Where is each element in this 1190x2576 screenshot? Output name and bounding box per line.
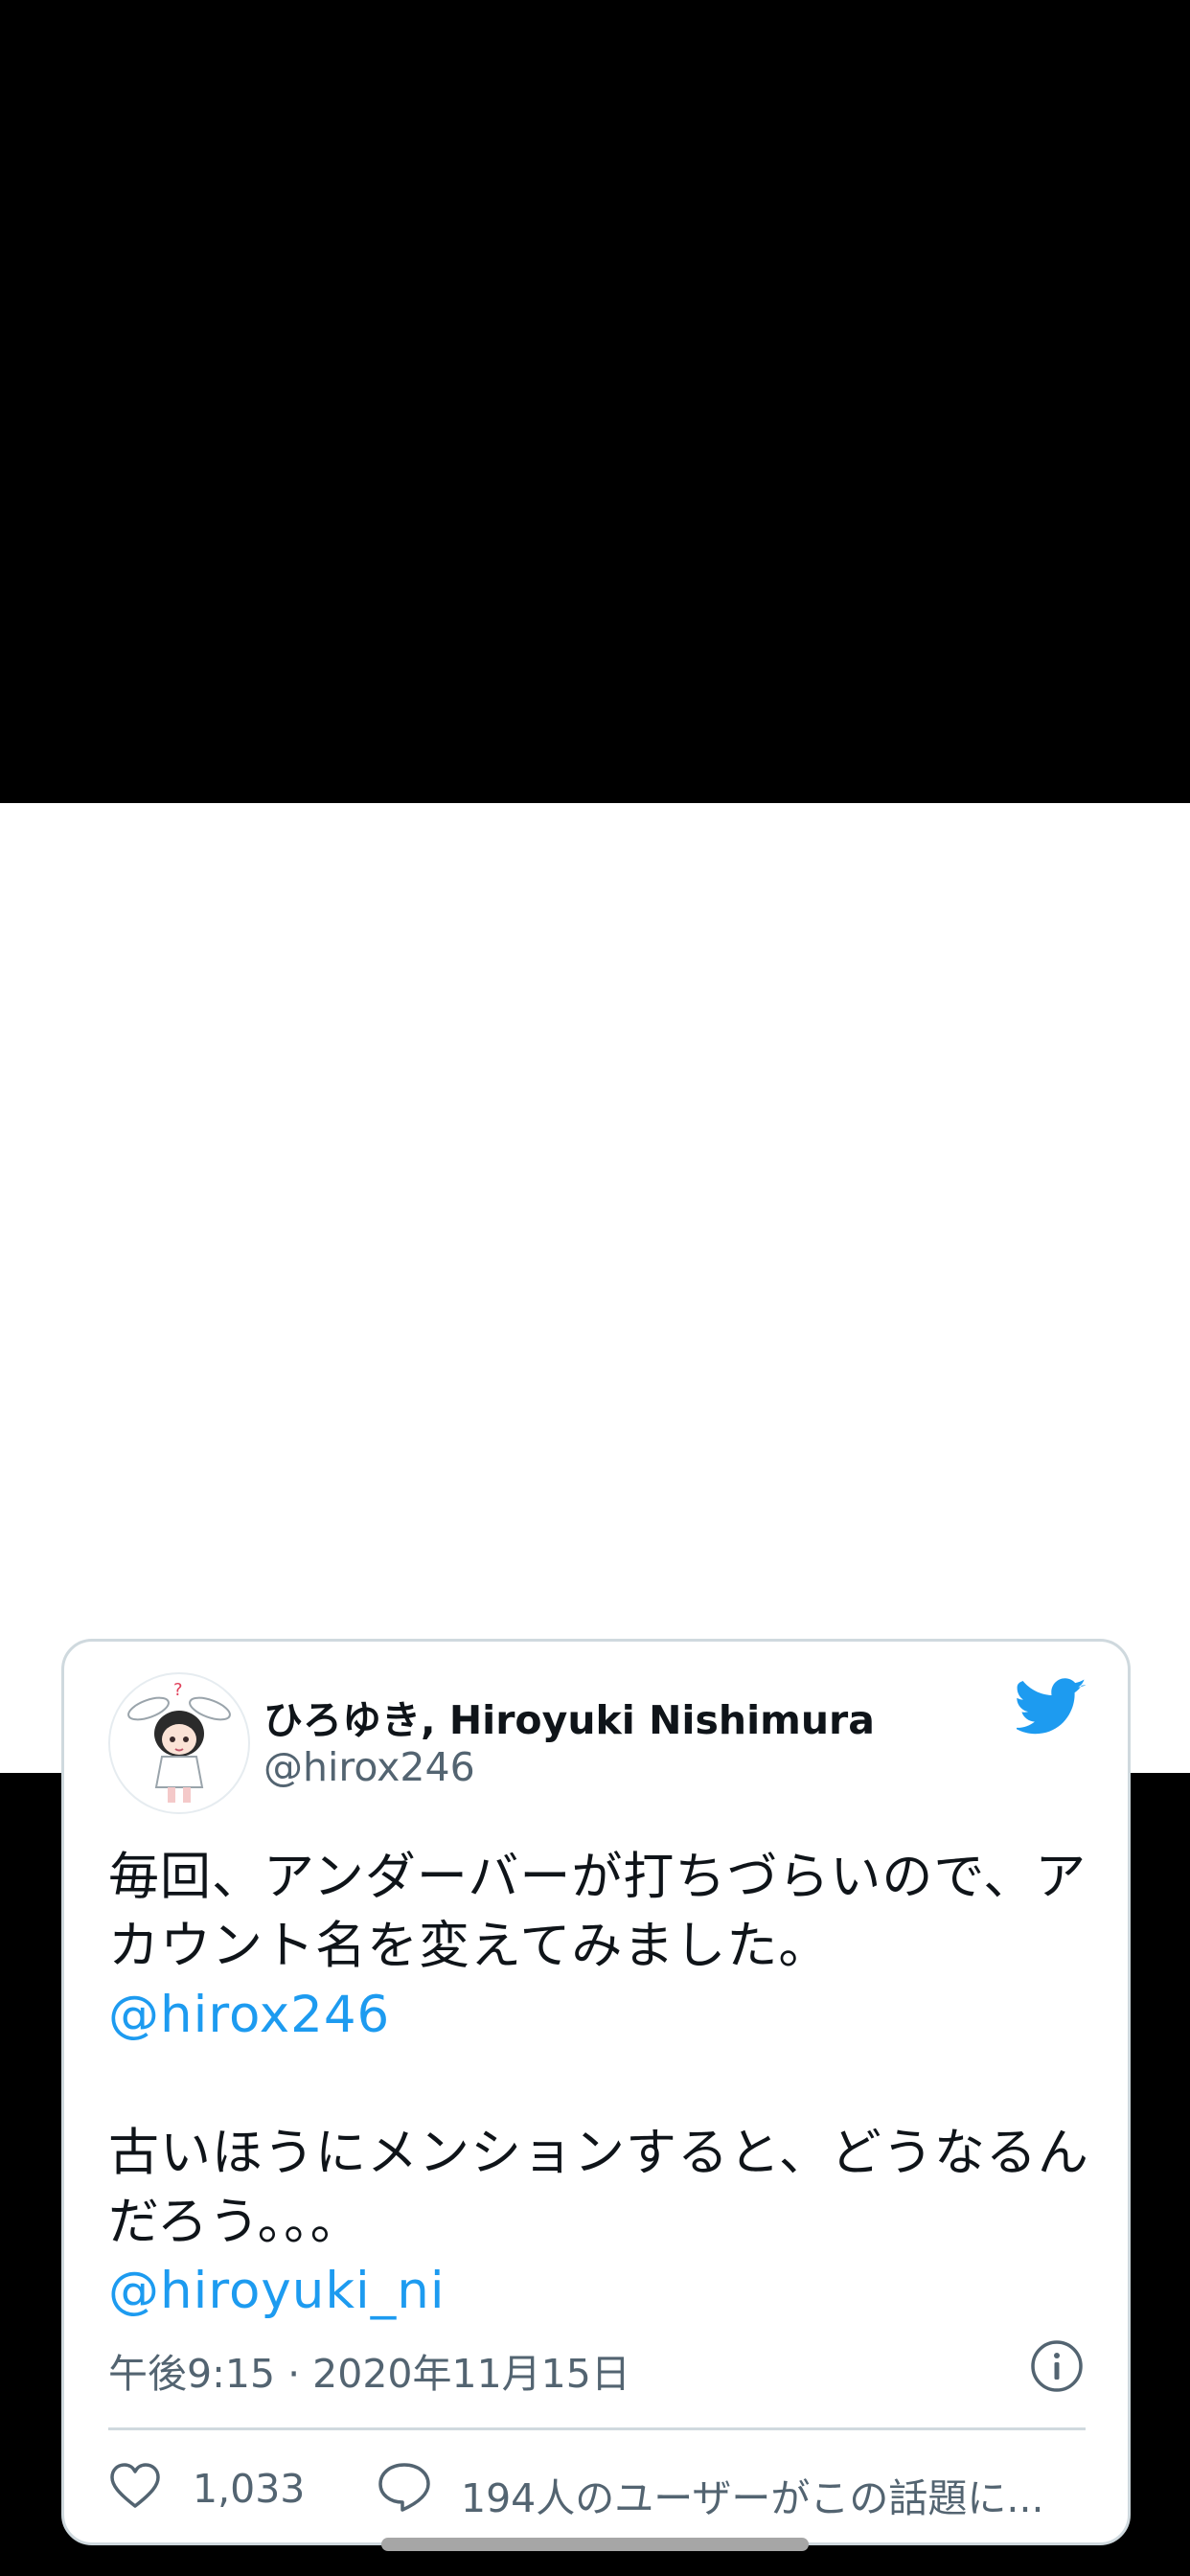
home-indicator[interactable]: [381, 2538, 809, 2551]
avatar[interactable]: ?: [108, 1672, 250, 1814]
reply-summary[interactable]: 194人のユーザーがこの話題に...: [461, 2466, 1044, 2523]
tweet-card[interactable]: ? ひろゆき, Hiroyuki Nishimura @hirox246 毎回、…: [61, 1639, 1131, 2545]
svg-text:?: ?: [173, 1680, 183, 1700]
tweet-text-line: 古いほうにメンションすると、どうなるん: [108, 2124, 1089, 2182]
display-name[interactable]: ひろゆき, Hiroyuki Nishimura: [263, 1688, 875, 1745]
speech-bubble-icon[interactable]: [377, 2460, 432, 2514]
tweet-text: 毎回、アンダーバーが打ちづらいので、ア カウント名を変えてみました。 @hiro…: [108, 1843, 1095, 2326]
avatar-illustration-icon: ?: [127, 1680, 231, 1803]
tweet-actions: 1,033 194人のユーザーがこの話題に...: [108, 2456, 1086, 2523]
screenshot-area: ? ひろゆき, Hiroyuki Nishimura @hirox246 毎回、…: [0, 803, 1190, 2545]
tweet-text-line: カウント名を変えてみました。: [108, 1917, 831, 1975]
tweet-text-line: 毎回、アンダーバーが打ちづらいので、ア: [108, 1848, 1087, 1906]
mention-link[interactable]: @hiroyuki_ni: [108, 2257, 1095, 2326]
twitter-bird-icon[interactable]: [1017, 1678, 1086, 1736]
heart-icon[interactable]: [108, 2460, 162, 2514]
tweet-text-line: だろう。。。: [108, 2193, 362, 2251]
divider: [108, 2427, 1086, 2430]
tweet-timestamp[interactable]: 午後9:15 · 2020年11月15日: [108, 2341, 630, 2399]
info-icon[interactable]: [1030, 2339, 1084, 2393]
user-handle[interactable]: @hirox246: [263, 1744, 475, 1790]
like-count[interactable]: 1,033: [193, 2466, 305, 2512]
mention-link[interactable]: @hirox246: [108, 1981, 1095, 2050]
